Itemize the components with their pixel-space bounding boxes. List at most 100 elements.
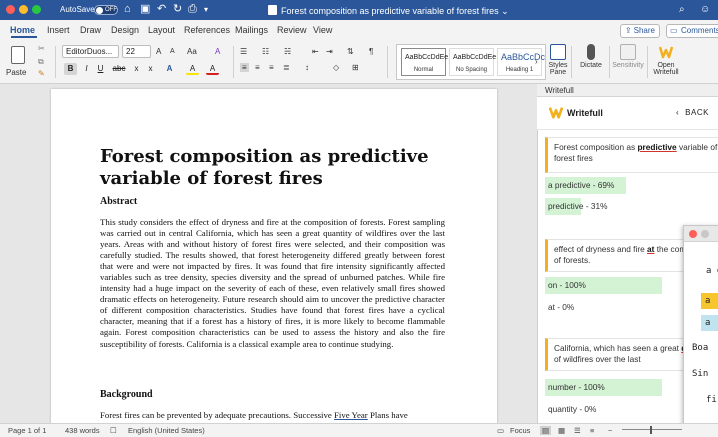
align-right-icon[interactable]: ≡ (269, 63, 274, 72)
search-icon[interactable]: ⌕ (679, 3, 685, 16)
font-color-button[interactable]: A (206, 63, 219, 75)
zoom-window-button[interactable] (32, 5, 41, 14)
tab-references[interactable]: References (184, 25, 230, 35)
paste-button[interactable]: Paste (6, 44, 32, 80)
suggestion-card[interactable]: Forest composition as predictive variabl… (545, 137, 718, 173)
minimize-window-button[interactable] (19, 5, 28, 14)
sort-icon[interactable]: ⇅ (347, 47, 354, 56)
multilevel-list-icon[interactable]: ☵ (284, 47, 291, 56)
grow-font-button[interactable]: A (156, 47, 161, 56)
change-case-button[interactable]: Aa (187, 47, 197, 56)
popup-line: Sin (692, 369, 709, 379)
open-writefull-button[interactable]: Open Writefull (649, 44, 683, 80)
justify-icon[interactable]: ≣ (283, 63, 290, 72)
autosave-toggle[interactable]: OFF (94, 5, 118, 15)
style-no-spacing[interactable]: AaBbCcDdEe No Spacing (449, 48, 497, 76)
line-spacing-icon[interactable]: ↕ (305, 63, 309, 72)
align-left-icon[interactable]: ≡ (240, 63, 249, 72)
align-center-icon[interactable]: ≡ (255, 63, 260, 72)
home-icon[interactable]: ⌂ (124, 3, 131, 16)
superscript-button[interactable]: x (144, 63, 157, 75)
clear-format-button[interactable]: A (215, 47, 220, 56)
font-name-select[interactable]: EditorDuos... (62, 45, 119, 58)
focus-icon[interactable]: ▭ (497, 426, 504, 435)
styles-more-icon[interactable]: › (535, 57, 538, 66)
style-sample: AaBbCcDdEe (453, 54, 497, 61)
customize-icon[interactable]: ▾ (204, 3, 208, 16)
chevron-down-icon[interactable]: ⌄ (501, 6, 509, 16)
suggestion-label: quantity - 0% (548, 404, 597, 414)
language-indicator[interactable]: English (United States) (128, 426, 205, 435)
suggestion-option[interactable]: a predictive - 69% (545, 177, 718, 194)
tab-draw[interactable]: Draw (80, 25, 101, 35)
zoom-slider[interactable] (622, 429, 682, 430)
text-effects-button[interactable]: A (163, 63, 176, 75)
abstract-paragraph[interactable]: This study considers the effect of dryne… (100, 217, 445, 350)
bullets-icon[interactable]: ☰ (240, 47, 247, 56)
flagged-phrase[interactable]: Five Year (334, 410, 368, 420)
underline-button[interactable]: U (94, 63, 107, 75)
popup-window[interactable]: a g a a Boa Sin fi var (683, 225, 718, 437)
style-normal[interactable]: AaBbCcDdEe Normal (401, 48, 449, 76)
focus-button[interactable]: Focus (510, 426, 530, 435)
dictate-button[interactable]: Dictate (574, 44, 608, 80)
web-layout-icon[interactable]: ▦ (558, 426, 565, 435)
cut-icon[interactable]: ✂ (38, 44, 45, 53)
outline-icon[interactable]: ☰ (574, 426, 581, 435)
italic-button[interactable]: I (80, 63, 93, 75)
suggestion-option[interactable]: predictive - 31% (545, 198, 718, 215)
background-heading[interactable]: Background (100, 389, 153, 400)
save-icon[interactable]: ▣ (140, 3, 150, 16)
print-layout-icon[interactable]: ▤ (540, 426, 552, 435)
shading-icon[interactable]: ◇ (333, 63, 339, 72)
style-sample: AaBbCcDdEe (405, 54, 449, 61)
popup-minimize-button[interactable] (701, 230, 709, 238)
pane-title: Writefull (545, 86, 574, 95)
back-button[interactable]: ‹ BACK (676, 108, 709, 117)
redo-icon[interactable]: ↻ (173, 3, 182, 16)
comments-button[interactable]: ▭ Comments (666, 24, 718, 38)
shrink-font-button[interactable]: A (170, 48, 175, 55)
font-size-select[interactable]: 22 (122, 45, 151, 58)
proofing-icon[interactable]: ☐ (110, 426, 117, 435)
borders-icon[interactable]: ⊞ (352, 63, 359, 72)
draft-icon[interactable]: ≡ (590, 426, 594, 435)
styles-pane-button[interactable]: Styles Pane (541, 44, 575, 80)
pane-header: Writefull (537, 84, 718, 97)
tab-view[interactable]: View (313, 25, 332, 35)
background-paragraph[interactable]: Forest fires can be prevented by adequat… (100, 410, 445, 422)
share-button[interactable]: ⇪ Share (620, 24, 660, 38)
highlight-button[interactable]: A (186, 63, 199, 75)
active-tab-indicator (11, 36, 37, 38)
close-window-button[interactable] (6, 5, 15, 14)
numbering-icon[interactable]: ☷ (262, 47, 269, 56)
print-icon[interactable]: ⎙ (188, 3, 197, 16)
decrease-indent-icon[interactable]: ⇤ (312, 47, 319, 56)
word-count[interactable]: 438 words (65, 426, 100, 435)
ribbon-separator (571, 46, 572, 78)
strikethrough-button[interactable]: abc (111, 63, 127, 75)
page-count[interactable]: Page 1 of 1 (8, 426, 46, 435)
tab-layout[interactable]: Layout (148, 25, 175, 35)
popup-option[interactable]: a (701, 293, 718, 309)
tab-design[interactable]: Design (111, 25, 139, 35)
undo-icon[interactable]: ↶ (157, 3, 166, 16)
tab-review[interactable]: Review (277, 25, 307, 35)
tab-insert[interactable]: Insert (47, 25, 70, 35)
zoom-out-icon[interactable]: − (608, 426, 612, 435)
pilcrow-icon[interactable]: ¶ (369, 47, 373, 56)
copy-icon[interactable]: ⧉ (38, 57, 44, 67)
document-title-heading[interactable]: Forest composition as predictive variabl… (100, 146, 460, 190)
abstract-heading[interactable]: Abstract (100, 196, 137, 207)
popup-close-button[interactable] (689, 230, 697, 238)
bold-button[interactable]: B (64, 63, 77, 75)
tab-mailings[interactable]: Mailings (235, 25, 268, 35)
subscript-button[interactable]: x (130, 63, 143, 75)
zoom-slider-handle[interactable] (650, 426, 652, 434)
sensitivity-button[interactable]: Sensitivity (610, 44, 646, 80)
format-painter-icon[interactable]: ✎ (38, 69, 45, 78)
smiley-icon[interactable]: ☺ (700, 3, 710, 16)
popup-option[interactable]: a (701, 315, 718, 331)
tab-home[interactable]: Home (10, 25, 35, 35)
increase-indent-icon[interactable]: ⇥ (326, 47, 333, 56)
